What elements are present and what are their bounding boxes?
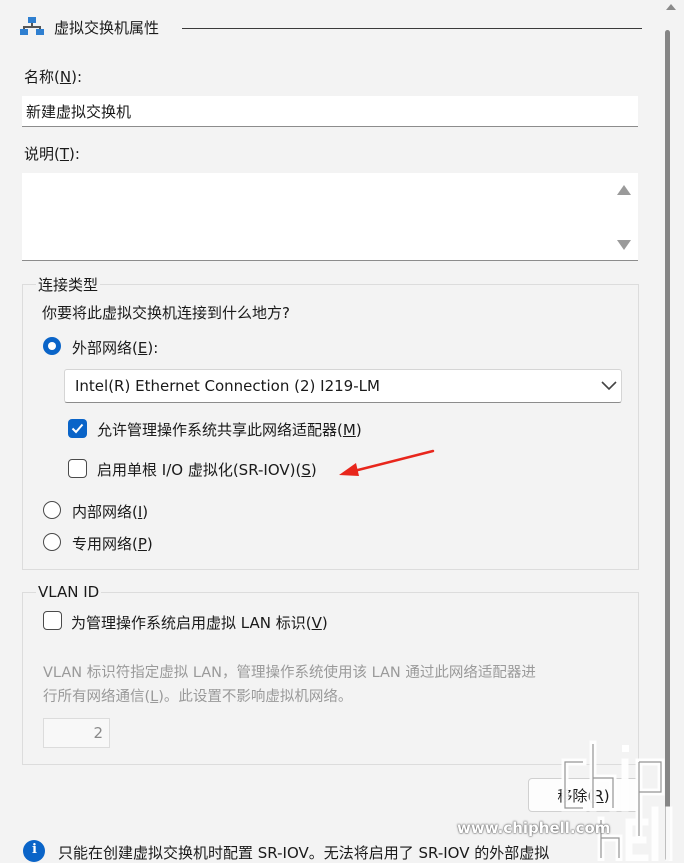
scroll-up-icon[interactable]: [666, 4, 676, 10]
allow-management-os-label: 允许管理操作系统共享此网络适配器(M): [97, 421, 362, 439]
checkmark-icon: [71, 423, 84, 434]
scrollbar[interactable]: [660, 0, 684, 861]
chevron-down-icon[interactable]: [600, 378, 618, 392]
external-network-radio[interactable]: [43, 337, 61, 355]
name-input[interactable]: [22, 96, 638, 127]
annotation-arrow-icon: [339, 449, 435, 476]
allow-management-os-checkbox[interactable]: [68, 419, 87, 438]
description-label: 说明(T):: [24, 145, 80, 163]
private-network-radio[interactable]: [43, 533, 61, 551]
connection-type-title: 连接类型: [36, 274, 101, 295]
vlan-description-line: VLAN 标识符指定虚拟 LAN，管理操作系统使用该 LAN 通过此网络适配器进: [43, 665, 536, 681]
vlan-id-input[interactable]: [43, 718, 110, 748]
watermark-url: www.chiphell.com: [457, 819, 611, 837]
sriov-checkbox[interactable]: [68, 459, 87, 478]
scroll-down-icon[interactable]: [617, 240, 631, 250]
enable-vlan-checkbox[interactable]: [43, 611, 62, 630]
vlan-id-title: VLAN ID: [36, 583, 102, 601]
chiphell-watermark-logo: [561, 740, 673, 861]
internal-network-radio[interactable]: [43, 501, 61, 519]
info-glyph: i: [32, 842, 37, 857]
network-switch-icon: [20, 17, 44, 35]
connection-question: 你要将此虚拟交换机连接到什么地方?: [42, 304, 290, 322]
name-label: 名称(N):: [24, 68, 82, 86]
sriov-label: 启用单根 I/O 虚拟化(SR-IOV)(S): [97, 461, 317, 479]
enable-vlan-label: 为管理操作系统启用虚拟 LAN 标识(V): [71, 614, 328, 632]
scroll-thumb[interactable]: [665, 30, 670, 861]
header-divider: [182, 28, 642, 29]
network-adapter-value: Intel(R) Ethernet Connection (2) I219-LM: [75, 377, 380, 395]
scroll-up-icon[interactable]: [617, 185, 631, 195]
section-title: 虚拟交换机属性: [54, 19, 160, 37]
external-network-label: 外部网络(E):: [72, 339, 159, 357]
internal-network-label: 内部网络(I): [72, 503, 149, 521]
private-network-label: 专用网络(P): [72, 535, 153, 553]
description-textarea[interactable]: [22, 173, 638, 261]
vlan-description-line: 行所有网络通信(L)。此设置不影响虚拟机网络。: [43, 689, 353, 705]
